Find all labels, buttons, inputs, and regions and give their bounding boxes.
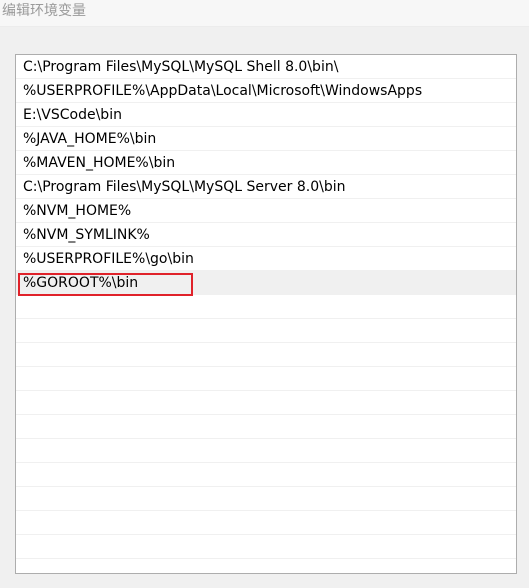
path-row-label: %JAVA_HOME%\bin [23, 131, 157, 147]
empty-row [16, 559, 516, 573]
empty-row [16, 295, 516, 319]
path-row[interactable]: %JAVA_HOME%\bin [16, 127, 516, 151]
path-row-label: E:\VSCode\bin [23, 107, 122, 123]
path-row[interactable]: %USERPROFILE%\AppData\Local\Microsoft\Wi… [16, 79, 516, 103]
empty-row [16, 367, 516, 391]
empty-row [16, 511, 516, 535]
path-row-label: %NVM_SYMLINK% [23, 227, 150, 243]
path-row[interactable]: %NVM_SYMLINK% [16, 223, 516, 247]
path-row[interactable]: %USERPROFILE%\go\bin [16, 247, 516, 271]
path-row[interactable]: %MAVEN_HOME%\bin [16, 151, 516, 175]
title-bar: 编辑环境变量 [0, 0, 529, 27]
empty-row [16, 343, 516, 367]
empty-row [16, 535, 516, 559]
path-row-label: %USERPROFILE%\go\bin [23, 251, 194, 267]
path-row[interactable]: C:\Program Files\MySQL\MySQL Server 8.0\… [16, 175, 516, 199]
path-list[interactable]: C:\Program Files\MySQL\MySQL Shell 8.0\b… [15, 54, 517, 574]
path-row-label: %GOROOT%\bin [23, 275, 139, 291]
empty-row [16, 439, 516, 463]
empty-row [16, 415, 516, 439]
empty-row [16, 391, 516, 415]
path-row-label: %MAVEN_HOME%\bin [23, 155, 176, 171]
path-row[interactable]: C:\Program Files\MySQL\MySQL Shell 8.0\b… [16, 55, 516, 79]
path-row[interactable]: E:\VSCode\bin [16, 103, 516, 127]
window-title: 编辑环境变量 [2, 3, 86, 19]
path-row-selected[interactable]: %GOROOT%\bin [16, 271, 516, 296]
empty-row [16, 319, 516, 343]
empty-row [16, 487, 516, 511]
path-row-label: C:\Program Files\MySQL\MySQL Shell 8.0\b… [23, 59, 339, 75]
path-row-label: %USERPROFILE%\AppData\Local\Microsoft\Wi… [23, 83, 423, 99]
path-row[interactable]: %NVM_HOME% [16, 199, 516, 223]
empty-row [16, 463, 516, 487]
path-row-label: C:\Program Files\MySQL\MySQL Server 8.0\… [23, 179, 346, 195]
path-row-label: %NVM_HOME% [23, 203, 132, 219]
